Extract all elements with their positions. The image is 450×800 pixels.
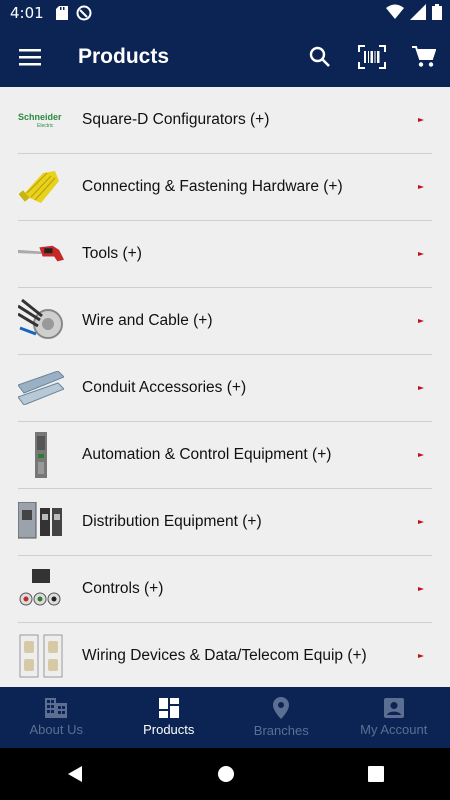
bottom-navigation: About Us Products Branches My Account <box>0 687 450 748</box>
wifi-icon <box>386 4 404 19</box>
product-label: Conduit Accessories (+) <box>82 379 247 396</box>
product-row-wire-cable[interactable]: Wire and Cable (+) <box>18 288 432 355</box>
nav-label: My Account <box>360 722 428 737</box>
conduit-icon <box>18 365 64 411</box>
nav-my-account[interactable]: My Account <box>338 687 450 748</box>
product-row-square-d[interactable]: Schneider Electric Square-D Configurator… <box>18 87 432 154</box>
scan-button[interactable] <box>356 41 388 73</box>
signal-icon <box>410 4 426 20</box>
nav-label: About Us <box>29 722 83 737</box>
search-icon <box>309 46 330 67</box>
product-label: Wire and Cable (+) <box>82 312 213 329</box>
schneider-logo: Schneider Electric <box>18 97 64 143</box>
system-navigation-bar <box>0 748 450 800</box>
chevron-right-icon <box>418 520 424 524</box>
product-row-controls[interactable]: Controls (+) <box>18 556 432 623</box>
product-row-wiring-devices[interactable]: Wiring Devices & Data/Telecom Equip (+) <box>18 623 432 689</box>
account-icon <box>383 698 404 718</box>
panel-icon <box>18 499 64 545</box>
product-label: Square-D Configurators (+) <box>82 111 270 128</box>
blocked-icon <box>76 5 92 21</box>
status-bar: 4:01 <box>0 0 450 26</box>
home-icon[interactable] <box>217 765 235 783</box>
product-row-automation[interactable]: Automation & Control Equipment (+) <box>18 422 432 489</box>
receptacle-icon <box>18 633 64 679</box>
cart-icon <box>412 45 436 67</box>
battery-icon <box>432 4 442 20</box>
status-time: 4:01 <box>10 4 44 22</box>
nav-label: Products <box>143 722 195 737</box>
building-icon <box>45 698 68 718</box>
nav-products[interactable]: Products <box>113 687 226 748</box>
product-label: Automation & Control Equipment (+) <box>82 446 332 463</box>
back-icon[interactable] <box>66 765 84 783</box>
nav-about-us[interactable]: About Us <box>0 687 113 748</box>
schneider-brand-text: Schneider <box>18 112 62 122</box>
nav-label: Branches <box>253 723 309 738</box>
grid-icon <box>158 698 179 718</box>
chevron-right-icon <box>418 118 424 122</box>
page-title: Products <box>78 44 170 68</box>
chevron-right-icon <box>418 453 424 457</box>
chevron-right-icon <box>418 386 424 390</box>
chevron-right-icon <box>418 654 424 658</box>
product-list: Schneider Electric Square-D Configurator… <box>18 87 432 689</box>
relay-icon <box>18 566 64 612</box>
barcode-scan-icon <box>358 44 386 69</box>
product-label: Connecting & Fastening Hardware (+) <box>82 178 343 195</box>
search-button[interactable] <box>304 41 336 73</box>
recents-icon[interactable] <box>367 766 384 782</box>
chevron-right-icon <box>418 587 424 591</box>
chevron-right-icon <box>418 185 424 189</box>
chevron-right-icon <box>418 319 424 323</box>
product-label: Distribution Equipment (+) <box>82 513 262 530</box>
product-row-conduit[interactable]: Conduit Accessories (+) <box>18 355 432 422</box>
sd-card-icon <box>55 6 68 20</box>
schneider-sub-text: Electric <box>37 123 54 129</box>
saw-icon <box>18 231 64 277</box>
menu-button[interactable] <box>0 26 60 87</box>
product-row-distribution[interactable]: Distribution Equipment (+) <box>18 489 432 556</box>
cable-icon <box>18 298 64 344</box>
location-pin-icon <box>273 697 290 719</box>
product-label: Controls (+) <box>82 580 164 597</box>
wire-nut-icon <box>18 164 64 210</box>
product-row-tools[interactable]: Tools (+) <box>18 221 432 288</box>
product-label: Wiring Devices & Data/Telecom Equip (+) <box>82 647 367 664</box>
chevron-right-icon <box>418 252 424 256</box>
control-module-icon <box>18 432 64 478</box>
menu-icon <box>19 48 41 65</box>
product-row-connecting-hardware[interactable]: Connecting & Fastening Hardware (+) <box>18 154 432 221</box>
cart-button[interactable] <box>408 41 440 73</box>
nav-branches[interactable]: Branches <box>225 687 338 748</box>
app-bar: Products <box>0 26 450 87</box>
product-label: Tools (+) <box>82 245 142 262</box>
